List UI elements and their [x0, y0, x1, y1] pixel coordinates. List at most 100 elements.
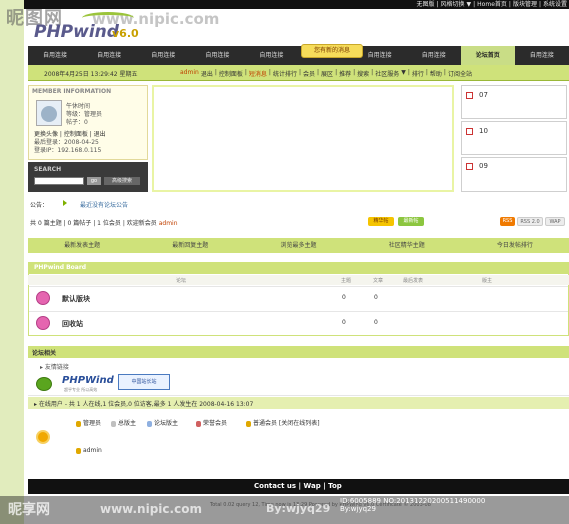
current-date: 2008年4月25日 13:29:42 星期五	[44, 69, 138, 78]
new-posts-button[interactable]: 最新帖	[398, 217, 424, 226]
date-text: 2008年4月25日 13:29:42	[44, 71, 118, 78]
link-home[interactable]: Home首页	[477, 0, 507, 9]
watermark-bottom-site: 昵享网	[8, 502, 50, 518]
chinaz-link[interactable]: 中国站长站	[118, 374, 170, 390]
member-ip: 登录IP：192.168.0.115	[34, 147, 102, 154]
link-members[interactable]: 会员	[303, 69, 315, 78]
tab-digest[interactable]: 社区精华主题	[353, 238, 461, 253]
sep: |	[538, 1, 541, 8]
online-user[interactable]: admin	[76, 447, 102, 454]
forum-posts: 0	[374, 294, 378, 301]
phpwind-slogan: 超乎专业 所以高效	[64, 387, 98, 392]
watermark-id: ID:6005889 NO:20131220200511490000 By:wj…	[340, 497, 486, 513]
tab-latest-topics[interactable]: 最新发表主题	[28, 238, 136, 253]
forum-status-icon	[36, 316, 50, 330]
rss2-button[interactable]: RSS 2.0	[517, 217, 543, 226]
link-messages[interactable]: 短消息	[249, 69, 267, 78]
online-summary: ▸ 在线用户 - 共 1 人在线,1 位会员,0 位访客,最多 1 人发生在 2…	[34, 401, 254, 408]
link-control-panel[interactable]: 控制面板	[219, 69, 243, 78]
link-text-only[interactable]: 无图版	[416, 0, 434, 9]
nav-item[interactable]: 自用连接	[28, 46, 82, 65]
sep: |	[473, 1, 476, 8]
link-stats[interactable]: 统计排行	[273, 69, 297, 78]
group-super-mod: 总版主	[111, 418, 136, 427]
chevron-down-icon: ▼	[401, 69, 406, 76]
nav-item[interactable]: 自用连接	[136, 46, 190, 65]
main-nav: 自用连接 自用连接 自用连接 自用连接 自用连接 自用连接 自用连接 自用连接 …	[28, 46, 569, 65]
col-posts: 文章	[373, 278, 384, 284]
digest-posts-button[interactable]: 精华帖	[368, 217, 394, 226]
newest-member-link[interactable]: admin	[159, 220, 178, 227]
wap-button[interactable]: WAP	[545, 217, 565, 226]
user-links: admin 退出 | 控制面板 | 短消息 | 统计排行 | 会员 | 展区 |…	[180, 69, 472, 78]
stats-prefix: 共	[30, 220, 37, 227]
nav-item[interactable]: 自用连接	[82, 46, 136, 65]
tab-most-viewed[interactable]: 浏览最多主题	[244, 238, 352, 253]
col-forum: 论坛	[176, 278, 187, 284]
stats-topics: 篇主题	[43, 220, 62, 227]
sep: |	[353, 69, 356, 76]
search-input[interactable]	[34, 177, 84, 185]
link-showcase[interactable]: 展区	[321, 69, 333, 78]
tab-latest-replies[interactable]: 最新回复主题	[136, 238, 244, 253]
nav-item-forum-home[interactable]: 论坛首页	[460, 46, 515, 65]
new-message-badge[interactable]: 您有新的消息	[301, 44, 363, 58]
nav-item[interactable]: 自用连接	[515, 46, 569, 65]
side-card-number: 07	[479, 91, 488, 99]
forum-name[interactable]: 回收站	[62, 319, 83, 329]
nav-item[interactable]: 自用连接	[190, 46, 244, 65]
col-topics: 主题	[341, 278, 352, 284]
forum-topics: 0	[342, 294, 346, 301]
rss-button[interactable]: RSS	[500, 217, 515, 226]
link-recommend[interactable]: 推荐	[339, 69, 351, 78]
forum-row[interactable]	[29, 311, 568, 335]
nav-item[interactable]: 自用连接	[244, 46, 298, 65]
forum-status-icon	[36, 291, 50, 305]
forum-posts: 0	[374, 319, 378, 326]
member-icon	[246, 420, 251, 427]
weekday-text: 星期五	[119, 71, 138, 78]
tab-today-ranking[interactable]: 今日发帖排行	[461, 238, 569, 253]
notice-link[interactable]: 最近没有论坛公告	[80, 200, 128, 209]
link-subscribe[interactable]: 订阅全站	[448, 69, 472, 78]
sep: |	[407, 69, 410, 76]
stats-topics-num: 0	[37, 220, 42, 227]
search-go-button[interactable]: go	[87, 177, 101, 185]
link-help[interactable]: 帮助	[430, 69, 442, 78]
search-title: SEARCH	[34, 166, 62, 173]
mod-icon	[147, 420, 152, 427]
forum-stats: 共 0 篇主题 | 0 篇帖子 | 1 位会员 | 欢迎新会员 admin	[30, 220, 178, 227]
link-board-admin[interactable]: 版块管理	[513, 0, 537, 9]
group-member[interactable]: 普通会员 [关闭在线列表]	[246, 418, 320, 427]
link-logout[interactable]: 退出	[201, 69, 213, 78]
stats-members: 位会员	[102, 220, 121, 227]
sep: |	[425, 69, 428, 76]
phpwind-link-logo[interactable]: PHPWind	[62, 375, 114, 386]
avatar-person-icon	[41, 106, 57, 122]
footer-links[interactable]: Contact us | Wap | Top	[254, 482, 342, 490]
link-services[interactable]: 社区服务	[375, 69, 399, 78]
advanced-search-button[interactable]: 高级搜索	[104, 177, 140, 185]
group-honor: 荣誉会员	[196, 418, 227, 427]
link-system-settings[interactable]: 系统设置	[543, 0, 567, 9]
stats-members-num: 1	[97, 220, 101, 227]
image-placeholder-icon	[466, 163, 473, 170]
honor-icon	[196, 420, 201, 427]
logo-text[interactable]: PHPwind	[34, 22, 119, 42]
board-header	[28, 262, 569, 274]
board-title: PHPwind Board	[34, 264, 87, 271]
link-username[interactable]: admin	[180, 69, 199, 78]
forum-row[interactable]	[29, 286, 568, 310]
link-search[interactable]: 搜索	[357, 69, 369, 78]
sep: |	[371, 69, 374, 76]
image-placeholder-icon	[466, 92, 473, 99]
image-placeholder-icon	[466, 128, 473, 135]
forum-name[interactable]: 默认版块	[62, 294, 90, 304]
side-card-number: 09	[479, 162, 488, 170]
phpwind-icon[interactable]	[36, 377, 52, 391]
nav-item[interactable]: 自用连接	[407, 46, 461, 65]
link-style-switch[interactable]: 风格切换	[441, 0, 465, 9]
recent-tabs: 最新发表主题 最新回复主题 浏览最多主题 社区精华主题 今日发帖排行	[28, 238, 569, 253]
link-ranking[interactable]: 排行	[412, 69, 424, 78]
sep: |	[443, 69, 446, 76]
